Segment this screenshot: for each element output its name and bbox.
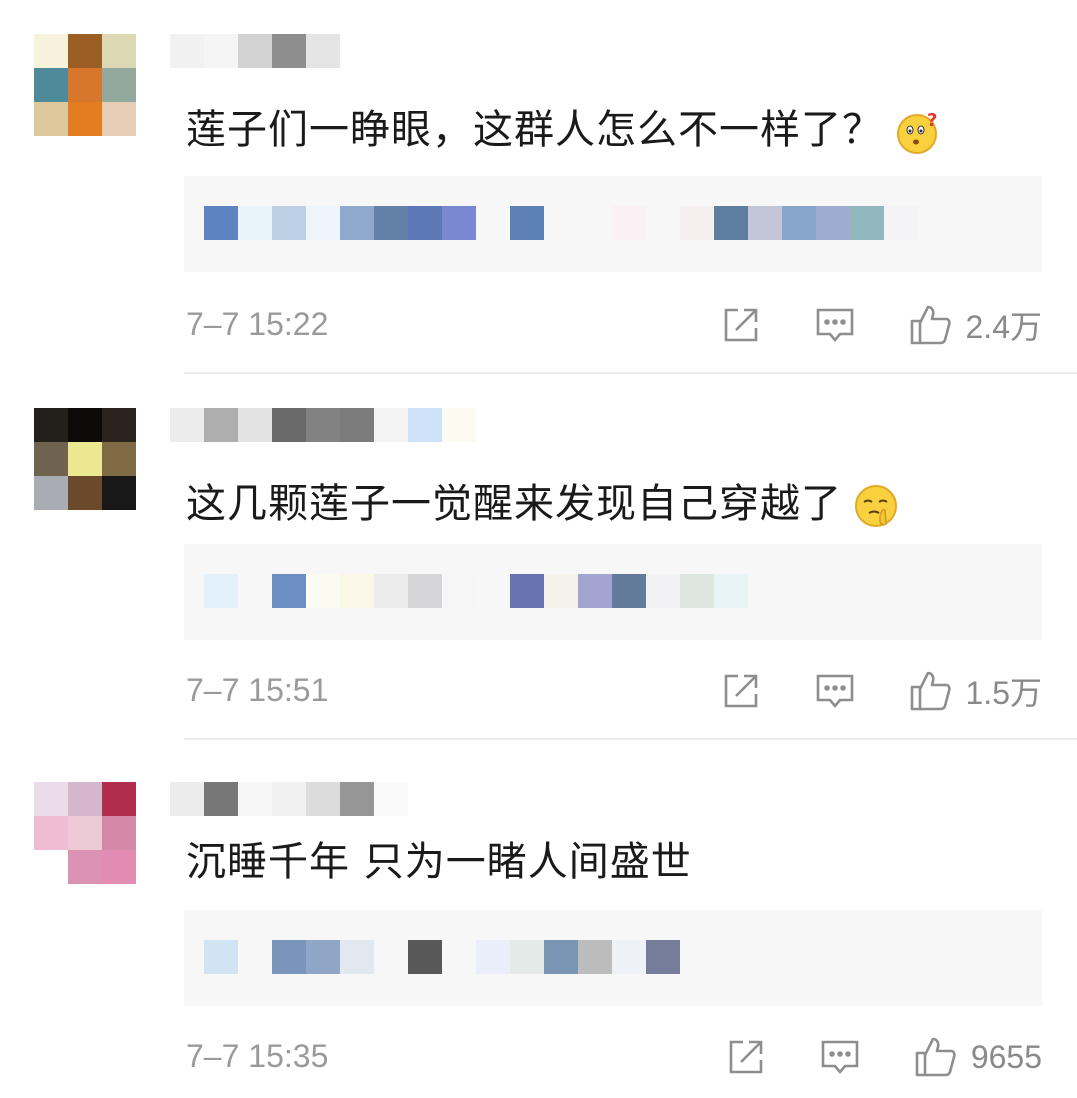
comment-actions: 9655	[673, 1032, 1042, 1082]
comment-text: 这几颗莲子一觉醒来发现自己穿越了	[186, 474, 900, 534]
comment-icon[interactable]	[814, 670, 856, 712]
comment-text: 莲子们一睁眼，这群人怎么不一样了？ ?	[186, 100, 941, 160]
comment-icon[interactable]	[819, 1036, 861, 1078]
comment-meta: 7–7 15:22 2.4万	[186, 300, 1042, 350]
blurred-reply	[204, 940, 680, 974]
divider	[184, 372, 1077, 374]
avatar[interactable]	[34, 408, 136, 510]
comment-text: 沉睡千年 只为一睹人间盛世	[186, 839, 692, 885]
like-button[interactable]: 2.4万	[908, 302, 1043, 348]
comment-icon[interactable]	[814, 304, 856, 346]
comment-time: 7–7 15:51	[186, 672, 329, 708]
divider	[184, 738, 1077, 740]
blurred-reply	[204, 206, 918, 240]
like-button[interactable]: 1.5万	[908, 668, 1043, 714]
reply-preview[interactable]	[184, 176, 1042, 272]
comment-actions: 1.5万	[668, 666, 1043, 716]
avatar[interactable]	[34, 34, 136, 136]
avatar[interactable]	[34, 782, 136, 884]
repost-icon[interactable]	[725, 1036, 767, 1078]
reply-preview[interactable]	[184, 544, 1042, 640]
thumbs-up-icon	[910, 671, 951, 711]
reply-preview[interactable]	[184, 910, 1042, 1006]
thumbs-up-icon	[915, 1037, 956, 1077]
username-blurred[interactable]	[170, 408, 476, 444]
like-count: 2.4万	[965, 309, 1043, 345]
repost-icon[interactable]	[720, 304, 762, 346]
username-blurred[interactable]	[170, 782, 408, 818]
repost-icon[interactable]	[720, 670, 762, 712]
blurred-reply	[204, 574, 748, 608]
comment-meta: 7–7 15:35 9655	[186, 1032, 1042, 1082]
confused-face-emoji: ?	[897, 110, 938, 154]
comment-time: 7–7 15:35	[186, 1038, 329, 1074]
like-count: 1.5万	[965, 675, 1043, 711]
username-blurred[interactable]	[170, 34, 340, 70]
svg-text:?: ?	[927, 110, 938, 131]
comment-time: 7–7 15:22	[186, 306, 329, 342]
comment-meta: 7–7 15:51 1.5万	[186, 666, 1042, 716]
shush-face-emoji	[855, 485, 897, 527]
like-button[interactable]: 9655	[913, 1035, 1042, 1079]
like-count: 9655	[970, 1038, 1042, 1075]
comment-actions: 2.4万	[668, 300, 1043, 350]
thumbs-up-icon	[910, 305, 951, 345]
